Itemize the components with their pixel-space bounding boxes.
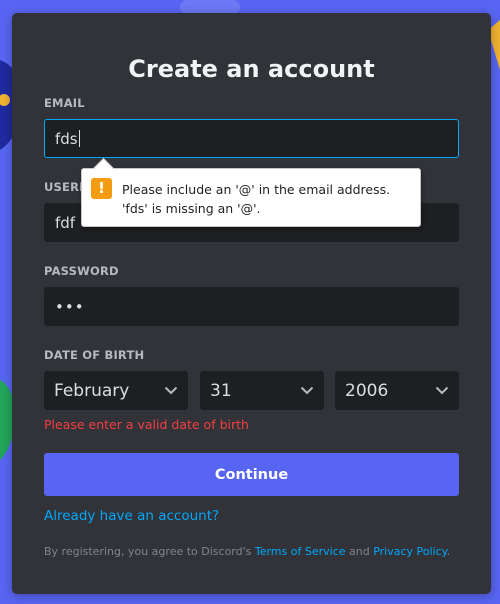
validation-tooltip: ! Please include an '@' in the email add…	[81, 157, 421, 227]
legal-notice: By registering, you agree to Discord's T…	[44, 545, 450, 558]
day-value: 31	[210, 380, 232, 401]
tooltip-message: Please include an '@' in the email addre…	[122, 182, 391, 216]
email-value: fds	[55, 129, 78, 148]
legal-suffix: .	[446, 545, 451, 558]
register-card: Create an account EMAIL fds USERNAME fdf…	[12, 13, 491, 594]
email-label: EMAIL	[44, 96, 85, 110]
dob-error: Please enter a valid date of birth	[44, 417, 249, 432]
password-value: •••	[55, 297, 85, 316]
username-value: fdf	[55, 213, 76, 232]
chevron-down-icon	[435, 386, 449, 395]
month-select[interactable]: February	[44, 371, 188, 410]
warning-icon: !	[91, 178, 112, 199]
year-select[interactable]: 2006	[335, 371, 459, 410]
password-label: PASSWORD	[44, 264, 119, 278]
text-caret	[78, 130, 80, 147]
continue-button[interactable]: Continue	[44, 453, 459, 496]
terms-link[interactable]: Terms of Service	[255, 545, 346, 558]
day-select[interactable]: 31	[200, 371, 324, 410]
dob-label: DATE OF BIRTH	[44, 348, 145, 362]
chevron-down-icon	[300, 386, 314, 395]
password-field[interactable]: •••	[44, 287, 459, 326]
login-link[interactable]: Already have an account?	[44, 508, 219, 524]
email-field[interactable]: fds	[44, 119, 459, 158]
legal-prefix: By registering, you agree to Discord's	[44, 545, 255, 558]
year-value: 2006	[345, 380, 389, 401]
page-title: Create an account	[128, 55, 375, 83]
chevron-down-icon	[164, 386, 178, 395]
month-value: February	[54, 380, 130, 401]
privacy-link[interactable]: Privacy Policy	[373, 545, 446, 558]
legal-and: and	[345, 545, 374, 558]
